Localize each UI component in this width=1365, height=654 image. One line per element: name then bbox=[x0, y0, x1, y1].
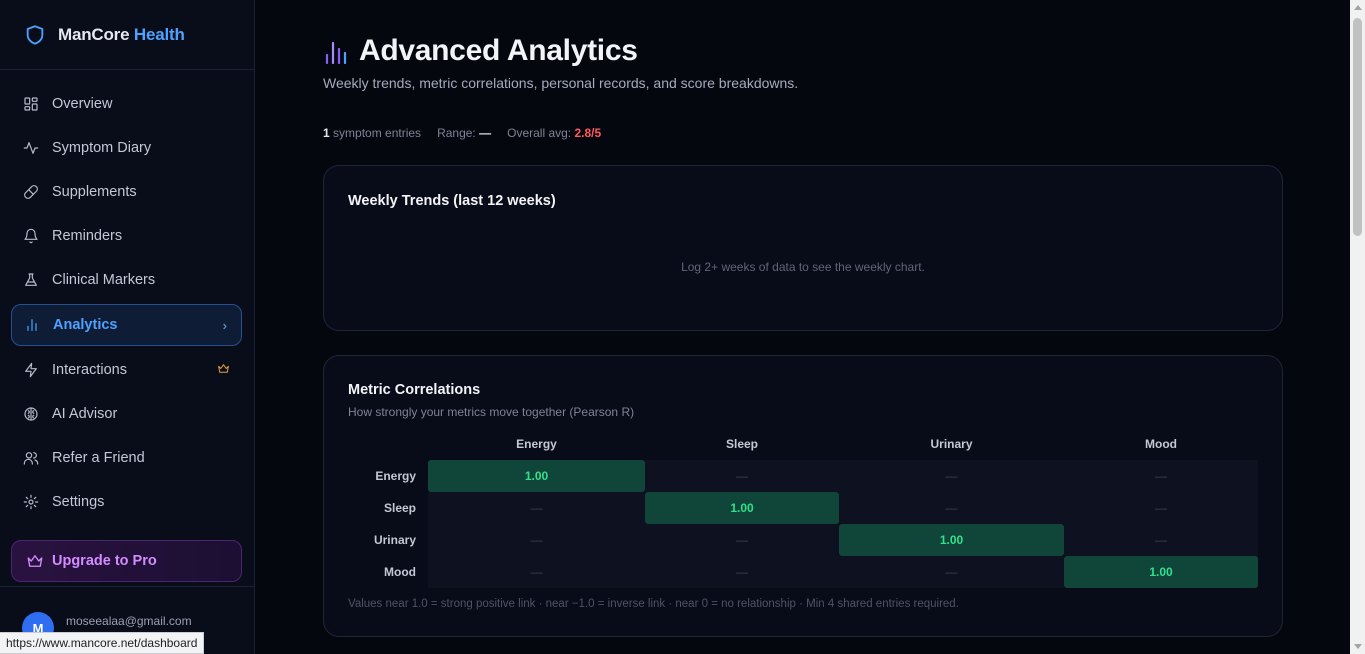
correlation-cell: — bbox=[428, 492, 645, 524]
bell-icon bbox=[24, 228, 38, 244]
row-label-sleep: Sleep bbox=[383, 501, 416, 515]
crown-icon bbox=[217, 362, 230, 379]
vertical-scrollbar[interactable] bbox=[1350, 0, 1365, 654]
sidebar-item-reminders[interactable]: Reminders bbox=[11, 216, 242, 256]
range-stat: Range: — bbox=[437, 126, 492, 140]
correlation-cell: — bbox=[428, 524, 645, 556]
column-header-urinary: Urinary bbox=[930, 437, 973, 451]
activity-icon bbox=[23, 142, 39, 154]
sidebar-item-refer-a-friend[interactable]: Refer a Friend bbox=[11, 438, 242, 478]
sidebar-item-supplements[interactable]: Supplements bbox=[11, 172, 242, 212]
column-header-sleep: Sleep bbox=[725, 437, 758, 451]
correlation-cell: 1.00 bbox=[428, 460, 645, 492]
correlations-subtitle: How strongly your metrics move together … bbox=[348, 405, 635, 419]
average-stat: Overall avg: 2.8/5 bbox=[507, 126, 602, 140]
weekly-trends-title: Weekly Trends (last 12 weeks) bbox=[348, 193, 556, 209]
scroll-up-arrow-icon[interactable] bbox=[1354, 5, 1362, 10]
metric-correlations-card: Metric Correlations How strongly your me… bbox=[323, 355, 1283, 637]
page-header: Advanced Analytics bbox=[323, 34, 638, 68]
correlation-cell: 1.00 bbox=[645, 492, 839, 524]
bar-chart-icon bbox=[325, 41, 347, 65]
sidebar-divider bbox=[0, 586, 255, 587]
gear-icon bbox=[23, 494, 39, 510]
correlation-cell: 1.00 bbox=[839, 524, 1064, 556]
sidebar-item-ai-advisor[interactable]: AI Advisor bbox=[11, 394, 242, 434]
user-email: moseealaa@gmail.com bbox=[66, 614, 192, 628]
sidebar-item-label: Refer a Friend bbox=[52, 450, 145, 466]
brand-name: ManCore Health bbox=[58, 24, 185, 44]
correlation-legend-note: Values near 1.0 = strong positive link ·… bbox=[348, 598, 959, 610]
correlation-cell: — bbox=[1064, 492, 1258, 524]
sidebar-item-label: Overview bbox=[52, 96, 113, 112]
correlation-cell: — bbox=[839, 460, 1064, 492]
sidebar-item-symptom-diary[interactable]: Symptom Diary bbox=[11, 128, 242, 168]
row-label-mood: Mood bbox=[384, 565, 416, 579]
column-header-mood: Mood bbox=[1145, 437, 1177, 451]
sidebar-item-analytics[interactable]: Analytics › bbox=[11, 304, 242, 346]
sidebar-item-label: Supplements bbox=[52, 184, 137, 200]
correlation-cell: — bbox=[428, 556, 645, 588]
scroll-thumb[interactable] bbox=[1353, 18, 1362, 236]
column-header-energy: Energy bbox=[516, 437, 557, 451]
correlation-cell: — bbox=[645, 556, 839, 588]
users-icon bbox=[23, 452, 39, 465]
weekly-empty-message: Log 2+ weeks of data to see the weekly c… bbox=[681, 260, 925, 274]
correlation-cell: — bbox=[1064, 460, 1258, 492]
correlation-cell: — bbox=[839, 492, 1064, 524]
entries-stat: 1 symptom entries bbox=[323, 126, 422, 140]
status-bar-url: https://www.mancore.net/dashboard bbox=[0, 632, 205, 654]
chevron-right-icon: › bbox=[222, 317, 227, 333]
sidebar-item-settings[interactable]: Settings bbox=[11, 482, 242, 522]
upgrade-to-pro-button[interactable]: Upgrade to Pro bbox=[11, 540, 242, 582]
correlation-cell: — bbox=[1064, 524, 1258, 556]
brain-icon bbox=[24, 407, 38, 421]
page-subtitle: Weekly trends, metric correlations, pers… bbox=[323, 75, 799, 91]
sidebar-item-label: Clinical Markers bbox=[52, 272, 156, 288]
flask-icon bbox=[25, 273, 37, 286]
sidebar-item-label: AI Advisor bbox=[52, 406, 118, 422]
sidebar-item-label: Reminders bbox=[52, 228, 123, 244]
stats-row: 1 symptom entries Range: — Overall avg: … bbox=[323, 126, 601, 140]
sidebar-item-label: Interactions bbox=[52, 362, 127, 378]
bar-chart-icon bbox=[27, 319, 37, 331]
sidebar-item-label: Settings bbox=[52, 494, 105, 510]
row-label-energy: Energy bbox=[375, 469, 416, 483]
grid-icon bbox=[24, 97, 38, 111]
sidebar-item-interactions[interactable]: Interactions bbox=[11, 350, 242, 390]
row-label-urinary: Urinary bbox=[373, 533, 416, 547]
sidebar-nav: Overview Symptom Diary Supplements Remin… bbox=[11, 84, 242, 526]
correlation-cell: 1.00 bbox=[1064, 556, 1258, 588]
correlations-title: Metric Correlations bbox=[348, 382, 481, 398]
sidebar-item-clinical-markers[interactable]: Clinical Markers bbox=[11, 260, 242, 300]
app-root: ManCore Health Overview Symptom Diary Su… bbox=[0, 0, 1365, 654]
scroll-down-arrow-icon[interactable] bbox=[1354, 644, 1362, 649]
brand[interactable]: ManCore Health bbox=[0, 0, 254, 70]
pill-icon bbox=[24, 185, 38, 199]
sidebar-item-label: Analytics bbox=[53, 317, 118, 333]
upgrade-label: Upgrade to Pro bbox=[52, 553, 157, 569]
crown-icon bbox=[27, 555, 43, 567]
correlation-cell: — bbox=[839, 556, 1064, 588]
main-content: Advanced Analytics Weekly trends, metric… bbox=[256, 0, 1350, 654]
sidebar-item-overview[interactable]: Overview bbox=[11, 84, 242, 124]
shield-icon bbox=[26, 24, 44, 45]
zap-icon bbox=[25, 362, 37, 378]
sidebar-item-label: Symptom Diary bbox=[52, 140, 152, 156]
correlation-cell: — bbox=[645, 524, 839, 556]
page-title: Advanced Analytics bbox=[359, 34, 638, 67]
correlation-cell: — bbox=[645, 460, 839, 492]
sidebar: ManCore Health Overview Symptom Diary Su… bbox=[0, 0, 255, 654]
weekly-trends-card: Weekly Trends (last 12 weeks) Log 2+ wee… bbox=[323, 165, 1283, 331]
